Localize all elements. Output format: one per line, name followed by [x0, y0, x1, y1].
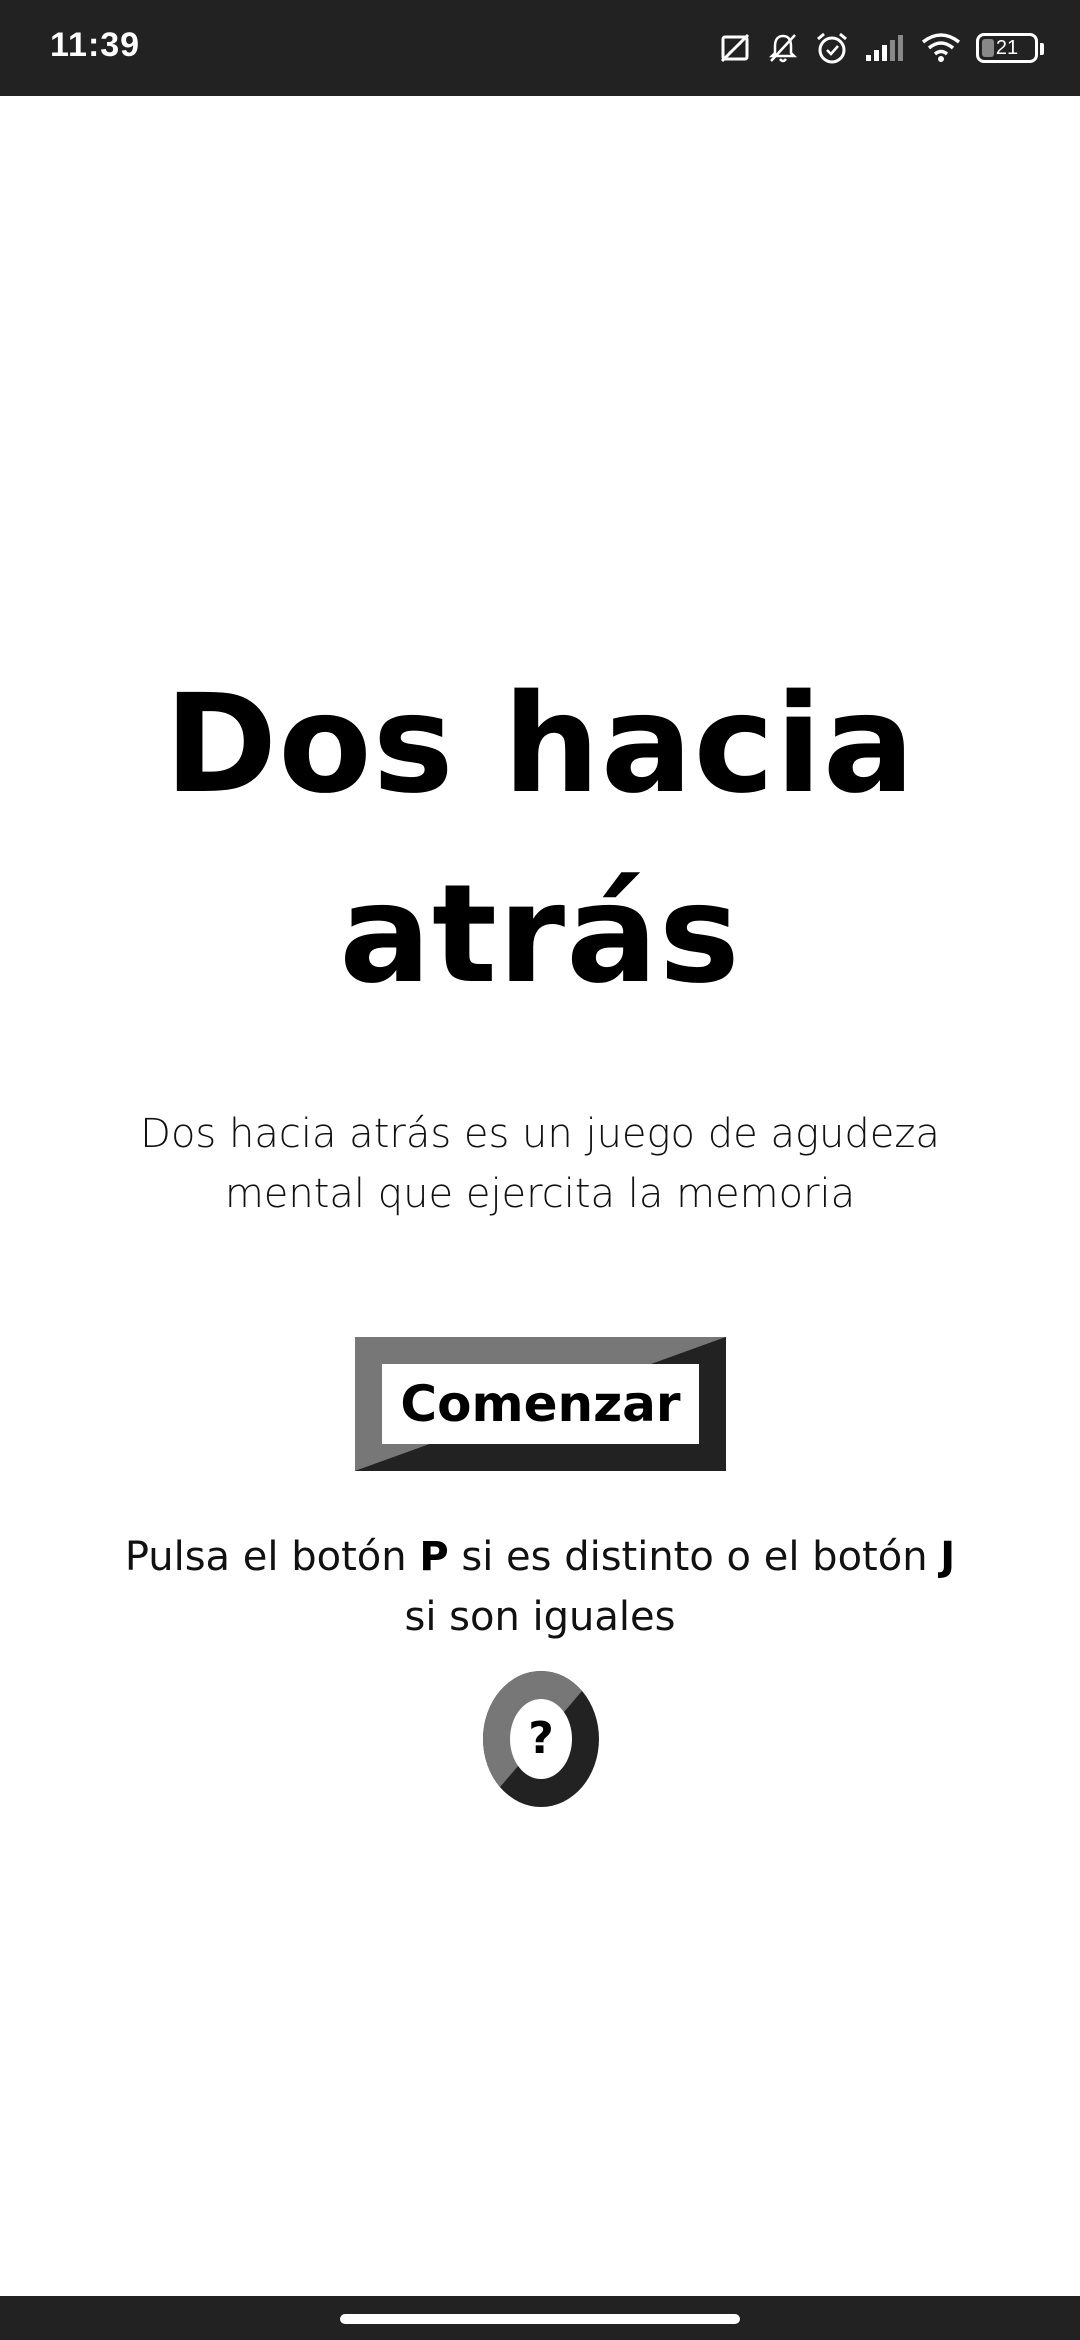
cell-signal-icon	[864, 33, 906, 63]
help-icon: ?	[483, 1671, 599, 1807]
help-button[interactable]: ?	[483, 1671, 599, 1807]
instructions-text-2: si es distinto o el botón	[448, 1534, 941, 1580]
start-button-label: Comenzar	[382, 1364, 699, 1444]
instructions-text-1: Pulsa el botón	[124, 1534, 420, 1580]
battery-icon: 21	[976, 33, 1044, 63]
wifi-icon	[920, 31, 962, 65]
title-line-2: atrás	[339, 856, 741, 1014]
home-indicator[interactable]	[340, 2314, 740, 2324]
battery-level: 21	[995, 36, 1019, 59]
status-icons: 21	[718, 28, 1044, 68]
key-j-label: J	[940, 1534, 956, 1580]
status-bar: 11:39 21	[0, 0, 1080, 96]
instructions-line-2: si son iguales	[404, 1594, 676, 1640]
notifications-off-icon	[766, 31, 800, 65]
description-line-2: mental que ejercita la memoria	[224, 1171, 856, 1217]
no-screenshot-icon	[718, 31, 752, 65]
game-description: Dos hacia atrás es un juego de agudeza m…	[120, 1104, 960, 1224]
title-line-1: Dos hacia	[164, 666, 916, 824]
help-button-label: ?	[528, 1713, 554, 1764]
alarm-icon	[814, 30, 850, 66]
page-title: Dos hacia atrás	[0, 650, 1080, 1030]
description-line-1: Dos hacia atrás es un juego de agudeza	[140, 1111, 940, 1157]
instructions-line-1: Pulsa el botón P si es distinto o el bot…	[60, 1527, 1020, 1587]
instructions: Pulsa el botón P si es distinto o el bot…	[60, 1527, 1020, 1647]
status-time: 11:39	[50, 26, 141, 64]
key-p-label: P	[419, 1534, 449, 1580]
navigation-bar	[0, 2296, 1080, 2340]
start-button[interactable]: Comenzar	[355, 1337, 726, 1471]
